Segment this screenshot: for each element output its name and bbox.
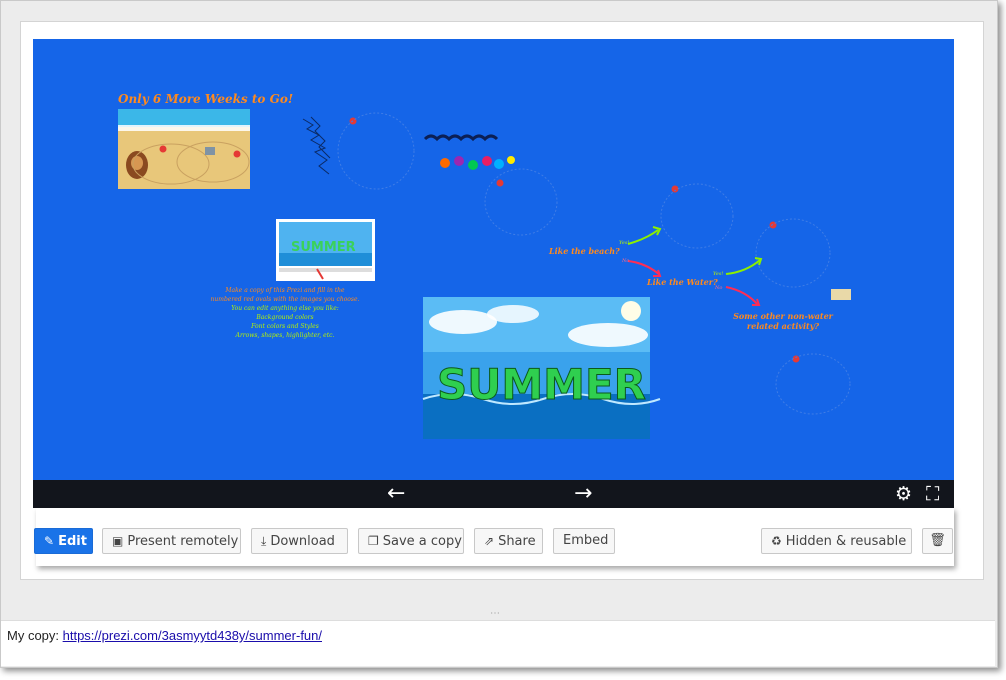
pencil-icon: ✎ (44, 534, 55, 548)
resize-grip-icon[interactable]: ⋯ (490, 608, 501, 619)
question-beach: Like the beach? (549, 246, 620, 256)
question-other-line: related activity? (746, 321, 820, 331)
download-icon: ⤓ (261, 534, 267, 548)
instructions: Make a copy of this Prezi and fill in th… (205, 286, 365, 340)
prezi-canvas[interactable]: SUMMER SUMMER Only 6 More Weeks to Go! M… (33, 39, 954, 480)
present-remotely-label: Present remotely (127, 534, 239, 549)
next-arrow-icon[interactable]: → (574, 482, 592, 506)
share-label: Share (498, 534, 536, 549)
instruction-line: You can edit anything else you like: (231, 305, 339, 312)
question-other: Some other non-water related activity? (733, 311, 833, 331)
recycle-icon: ♻ (771, 534, 782, 548)
instruction-line: numbered red ovals with the images you c… (210, 296, 360, 303)
instruction-line: Arrows, shapes, highlighter, etc. (235, 332, 335, 339)
svg-text:SUMMER: SUMMER (291, 240, 356, 255)
footer-label: My copy: (7, 628, 63, 643)
edit-label: Edit (58, 534, 87, 549)
share-button[interactable]: ⇗ Share (474, 528, 543, 554)
presentation-nav-bar: ← → ⚙ ⛶ (33, 480, 954, 508)
hidden-reusable-button[interactable]: ♻ Hidden & reusable (761, 528, 912, 554)
beach-image (118, 109, 250, 189)
trash-icon: 🗑 (929, 533, 946, 548)
question-other-line: Some other non-water (733, 311, 833, 321)
summer-image: SUMMER (422, 297, 661, 439)
hidden-reusable-label: Hidden & reusable (785, 534, 907, 549)
no-label: No (622, 258, 630, 264)
instruction-line: Background colors (256, 314, 314, 321)
save-copy-button[interactable]: ❐ Save a copy (358, 528, 464, 554)
save-copy-label: Save a copy (382, 534, 462, 549)
butterfly-row (423, 134, 515, 170)
share-icon: ⇗ (484, 534, 495, 548)
copy-icon: ❐ (368, 534, 379, 548)
previous-arrow-icon[interactable]: ← (387, 482, 405, 506)
footer-text: My copy: https://prezi.com/3asmyytd438y/… (7, 628, 322, 643)
fullscreen-icon[interactable]: ⛶ (926, 483, 939, 505)
settings-gear-icon[interactable]: ⚙ (895, 483, 912, 505)
download-button[interactable]: ⤓ Download (251, 528, 348, 554)
embed-label: Embed (563, 533, 609, 548)
prezi-title: Only 6 More Weeks to Go! (118, 92, 294, 106)
question-water: Like the Water? (647, 277, 718, 287)
instruction-line: Make a copy of this Prezi and fill in th… (225, 287, 345, 294)
summer-thumbnail: SUMMER (276, 219, 375, 281)
summer-word: SUMMER (437, 360, 646, 409)
presentation-screen-icon: ▣ (112, 534, 124, 548)
embed-button[interactable]: Embed (553, 528, 615, 554)
yes-label: Yes! (713, 271, 724, 277)
no-label: No (715, 285, 723, 291)
yes-label: Yes! (619, 240, 630, 246)
present-remotely-button[interactable]: ▣ Present remotely (102, 528, 241, 554)
footer-note: My copy: https://prezi.com/3asmyytd438y/… (1, 620, 995, 666)
instruction-line: Font colors and Styles (251, 323, 319, 330)
edit-button[interactable]: ✎ Edit (34, 528, 93, 554)
feather-sketch (302, 116, 331, 175)
delete-button[interactable]: 🗑 (922, 528, 953, 554)
download-label: Download (270, 534, 335, 549)
prezi-link[interactable]: https://prezi.com/3asmyytd438y/summer-fu… (63, 628, 322, 643)
